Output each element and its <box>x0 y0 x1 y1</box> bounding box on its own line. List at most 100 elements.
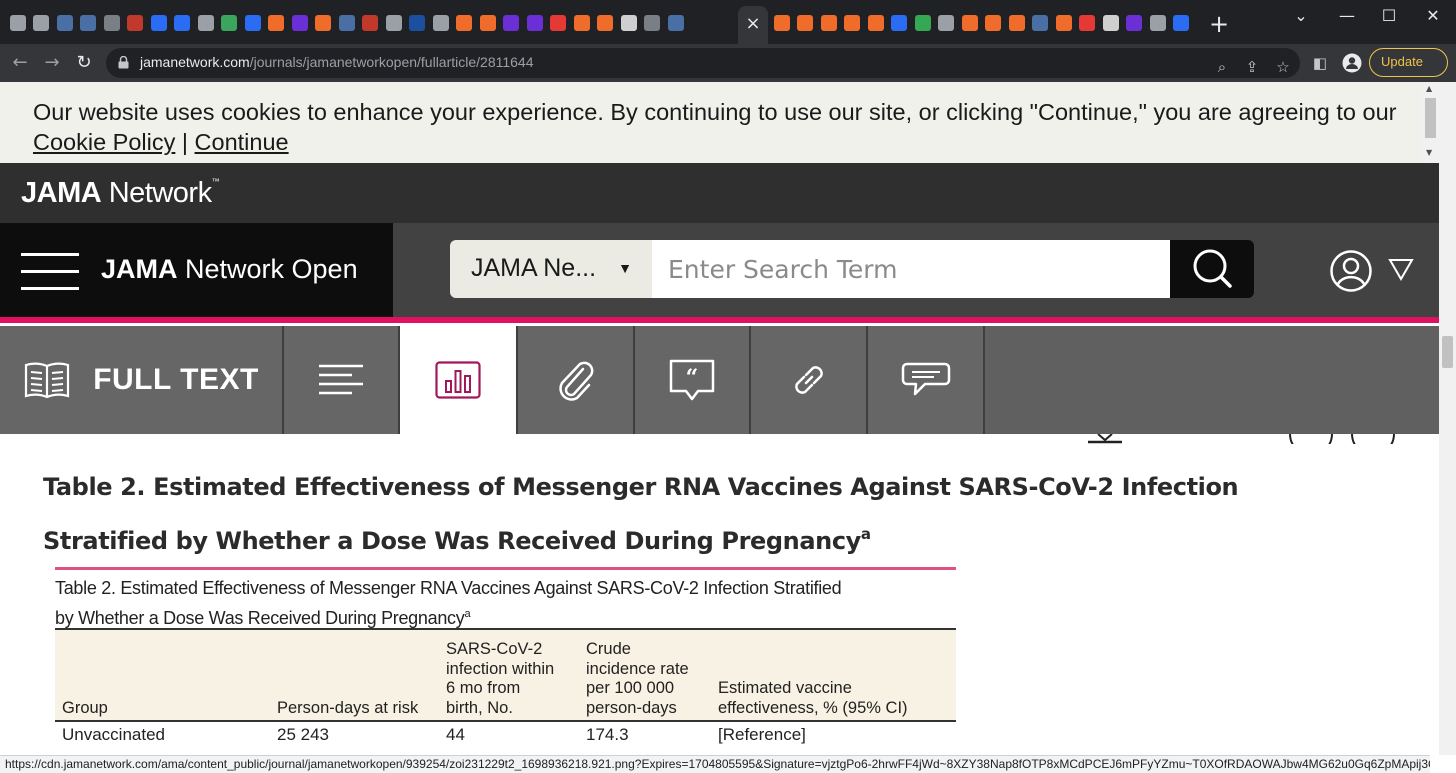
tab-favicon-icon[interactable] <box>523 14 547 32</box>
tab-favicon-icon[interactable] <box>53 14 77 32</box>
jama-network-logo[interactable]: JAMA Network™ <box>21 177 220 210</box>
share-icon[interactable]: ⇪ <box>1242 57 1262 77</box>
scrollbar-thumb[interactable] <box>1442 336 1453 368</box>
search-scope-select[interactable]: JAMA Ne... ▼ <box>450 240 652 298</box>
caret-down-icon: ▼ <box>618 260 632 276</box>
tab-favicons-right[interactable] <box>770 14 1193 32</box>
journal-name[interactable]: JAMA Network Open <box>101 254 358 285</box>
tab-comments[interactable] <box>868 326 985 434</box>
active-tab-close-button[interactable]: × <box>738 6 768 44</box>
page-scrollbar[interactable] <box>1439 82 1456 755</box>
tab-favicon-icon[interactable] <box>1052 14 1076 32</box>
side-panel-icon[interactable]: ◧ <box>1310 53 1330 73</box>
hamburger-menu-icon[interactable] <box>21 253 79 291</box>
search-input[interactable] <box>652 240 1170 298</box>
user-account-icon[interactable] <box>1330 250 1372 292</box>
header-accent-rule <box>0 317 1439 323</box>
tab-favicon-icon[interactable] <box>570 14 594 32</box>
tab-favicon-icon[interactable] <box>6 14 30 32</box>
tab-favicon-icon[interactable] <box>218 14 242 32</box>
tab-full-text[interactable]: FULL TEXT <box>0 326 284 434</box>
tab-favicons-left[interactable] <box>6 14 688 32</box>
tab-favicon-icon[interactable] <box>641 14 665 32</box>
tab-favicon-icon[interactable] <box>312 14 336 32</box>
tab-favicon-icon[interactable] <box>171 14 195 32</box>
bookmark-star-icon[interactable]: ☆ <box>1273 57 1293 77</box>
tab-favicon-icon[interactable] <box>935 14 959 32</box>
tab-favicon-icon[interactable] <box>617 14 641 32</box>
full-text-label: FULL TEXT <box>93 363 259 396</box>
tab-sections[interactable] <box>284 326 400 434</box>
browser-toolbar: ← → ↻ jamanetwork.com/journals/jamanetwo… <box>0 44 1456 82</box>
tab-favicon-icon[interactable] <box>864 14 888 32</box>
tab-figures-tables[interactable] <box>400 326 518 434</box>
more-menu-icon[interactable]: ⋮ <box>1449 49 1456 75</box>
tab-favicon-icon[interactable] <box>476 14 500 32</box>
tab-favicon-icon[interactable] <box>817 14 841 32</box>
cookie-policy-link[interactable]: Cookie Policy <box>33 129 175 155</box>
tab-favicon-icon[interactable] <box>794 14 818 32</box>
account-dropdown-triangle-icon[interactable] <box>1388 256 1414 282</box>
update-button[interactable]: Update⋮ <box>1369 48 1456 77</box>
chain-link-icon <box>794 366 823 394</box>
table-header-rule <box>55 720 956 722</box>
tab-favicon-icon[interactable] <box>547 14 571 32</box>
zoom-icon[interactable]: ⌕ <box>1212 57 1232 77</box>
tab-favicon-icon[interactable] <box>429 14 453 32</box>
tab-favicon-icon[interactable] <box>241 14 265 32</box>
tab-favicon-icon[interactable] <box>30 14 54 32</box>
tab-favicon-icon[interactable] <box>1076 14 1100 32</box>
search-button[interactable] <box>1170 240 1254 298</box>
tab-favicon-icon[interactable] <box>382 14 406 32</box>
tab-favicon-icon[interactable] <box>911 14 935 32</box>
tab-favicon-icon[interactable] <box>1099 14 1123 32</box>
cell-infections: 44 <box>446 725 465 744</box>
table-image[interactable]: Table 2. Estimated Effectiveness of Mess… <box>55 567 956 755</box>
tab-supplemental[interactable] <box>518 326 635 434</box>
cookie-continue-link[interactable]: Continue <box>195 129 289 155</box>
new-tab-button[interactable]: + <box>1206 10 1232 38</box>
table-title: Table 2. Estimated Effectiveness of Mess… <box>43 473 1239 555</box>
tab-favicon-icon[interactable] <box>288 14 312 32</box>
tab-favicon-icon[interactable] <box>265 14 289 32</box>
tab-favicon-icon[interactable] <box>664 14 688 32</box>
tab-favicon-icon[interactable] <box>841 14 865 32</box>
article-toolbar: FULL TEXT “ <box>0 326 1439 434</box>
tab-favicon-icon[interactable] <box>1170 14 1194 32</box>
profile-icon[interactable] <box>1342 53 1362 73</box>
tab-favicon-icon[interactable] <box>194 14 218 32</box>
maximize-window-icon[interactable]: ☐ <box>1366 6 1412 26</box>
tab-favicon-icon[interactable] <box>770 14 794 32</box>
reload-icon[interactable]: ↻ <box>72 52 96 74</box>
tab-favicon-icon[interactable] <box>147 14 171 32</box>
zoom-out-circle-icon[interactable] <box>1350 434 1396 444</box>
zoom-in-circle-icon[interactable] <box>1288 434 1334 444</box>
tab-favicon-icon[interactable] <box>500 14 524 32</box>
url-text[interactable]: jamanetwork.com/journals/jamanetworkopen… <box>140 54 534 70</box>
tab-favicon-icon[interactable] <box>124 14 148 32</box>
tab-favicon-icon[interactable] <box>1005 14 1029 32</box>
tab-permissions[interactable] <box>751 326 868 434</box>
tab-cite[interactable]: “ <box>635 326 751 434</box>
minimize-window-icon[interactable]: — <box>1324 6 1370 26</box>
tab-favicon-icon[interactable] <box>888 14 912 32</box>
tab-favicon-icon[interactable] <box>1146 14 1170 32</box>
tab-favicon-icon[interactable] <box>1123 14 1147 32</box>
tab-favicon-icon[interactable] <box>100 14 124 32</box>
tab-search-chevron-icon[interactable]: ⌄ <box>1278 6 1324 26</box>
tab-favicon-icon[interactable] <box>453 14 477 32</box>
tab-favicon-icon[interactable] <box>958 14 982 32</box>
tab-favicon-icon[interactable] <box>406 14 430 32</box>
forward-arrow-icon[interactable]: → <box>40 52 64 74</box>
tab-favicon-icon[interactable] <box>594 14 618 32</box>
tab-favicon-icon[interactable] <box>77 14 101 32</box>
cookie-banner-scrollbar[interactable]: ▲ ▼ <box>1422 82 1439 163</box>
tab-favicon-icon[interactable] <box>1029 14 1053 32</box>
back-arrow-icon[interactable]: ← <box>8 52 32 74</box>
close-window-icon[interactable]: ✕ <box>1410 6 1456 26</box>
address-bar[interactable]: jamanetwork.com/journals/jamanetworkopen… <box>106 48 1300 78</box>
download-icon[interactable] <box>1088 434 1124 444</box>
tab-favicon-icon[interactable] <box>359 14 383 32</box>
tab-favicon-icon[interactable] <box>335 14 359 32</box>
tab-favicon-icon[interactable] <box>982 14 1006 32</box>
